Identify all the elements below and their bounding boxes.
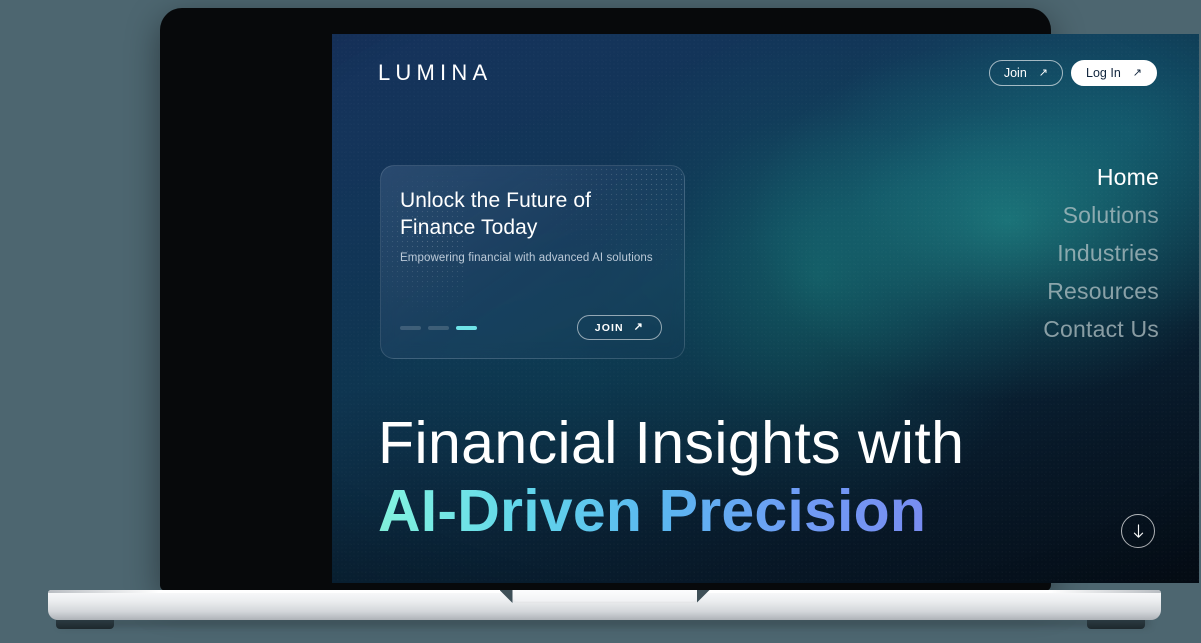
nav-item-solutions[interactable]: Solutions [1063,200,1159,231]
laptop-lid: LUMINA Join ↗ Log In ↗ Unlock the Future… [160,8,1199,591]
promo-card-subtitle: Empowering financial with advanced AI so… [400,252,653,265]
log-in-button[interactable]: Log In ↗ [1071,60,1157,86]
hero-heading: Financial Insights with AI-Driven Precis… [378,410,964,545]
nav-item-home[interactable]: Home [1097,162,1159,193]
laptop-foot-right [1087,620,1145,629]
arrow-up-right-icon: ↗ [633,321,644,333]
arrow-down-icon [1132,523,1145,539]
join-button-label: Join [1003,66,1027,80]
lumina-logo[interactable]: LUMINA [378,60,492,86]
screenshot-stage: LUMINA Join ↗ Log In ↗ Unlock the Future… [0,0,1201,643]
carousel-dash-2[interactable] [428,325,449,330]
website-page: LUMINA Join ↗ Log In ↗ Unlock the Future… [332,34,1199,583]
promo-card-join-label: JOIN [594,321,624,334]
promo-card-footer: JOIN ↗ [400,315,662,340]
log-in-button-label: Log In [1086,66,1121,80]
carousel-dash-3[interactable] [456,325,477,330]
join-button[interactable]: Join ↗ [988,60,1064,86]
hero-heading-line-2: AI-Driven Precision [378,478,964,545]
top-action-buttons: Join ↗ Log In ↗ [988,60,1157,86]
laptop-foot-left [56,620,114,629]
carousel-dash-1[interactable] [400,325,421,330]
hero-heading-line-1: Financial Insights with [378,409,965,476]
promo-card-title-line-1: Unlock the Future of [400,189,592,212]
top-navigation-bar: LUMINA Join ↗ Log In ↗ [332,34,1199,112]
nav-item-contact-us[interactable]: Contact Us [1043,314,1159,345]
laptop-screen: LUMINA Join ↗ Log In ↗ Unlock the Future… [332,34,1199,583]
promo-card: Unlock the Future of Finance Today Empow… [380,165,685,359]
scroll-down-button[interactable] [1121,514,1155,548]
arrow-up-right-icon: ↗ [1038,66,1049,79]
promo-card-title: Unlock the Future of Finance Today [400,188,662,241]
nav-item-industries[interactable]: Industries [1057,238,1159,269]
nav-item-resources[interactable]: Resources [1047,276,1159,307]
promo-card-join-button[interactable]: JOIN ↗ [576,315,662,340]
carousel-indicators [400,325,477,330]
arrow-up-right-icon: ↗ [1132,66,1142,79]
main-nav-menu: Home Solutions Industries Resources Cont… [1043,162,1159,345]
laptop-base-notch [508,590,701,603]
laptop-base [48,590,1161,620]
promo-card-title-line-2: Finance Today [400,215,538,239]
laptop-base-shadow [60,619,1149,626]
